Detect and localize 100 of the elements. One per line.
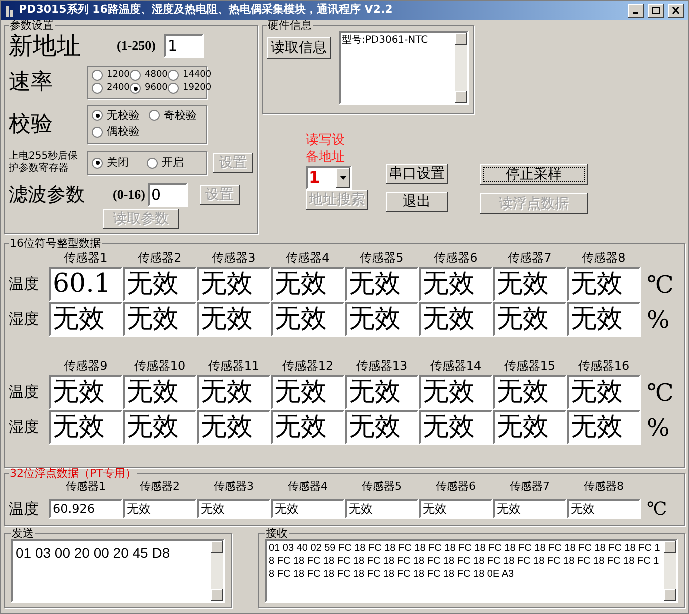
radio-button[interactable] [92,110,103,122]
info-text: 型号:PD3061-NTC [341,34,430,48]
send-text: 01 03 00 20 00 20 45 D8 [15,544,172,563]
column-header: 传感器5 [361,479,403,495]
value-cell: 无效 [271,302,345,337]
value-cell: 无效 [123,499,197,519]
value-cell: 无效 [271,499,345,519]
value-cell: 无效 [419,375,493,410]
value-cell: 无效 [567,267,641,302]
column-header: 传感器8 [583,479,625,495]
filter-field[interactable]: 0 [148,183,188,207]
value-cell: 无效 [49,375,123,410]
column-header: 传感器16 [577,358,631,375]
column-header: 传感器3 [211,250,257,267]
value-cell: 无效 [345,375,419,410]
value-cell: 无效 [271,410,345,445]
radio-label: 偶校验 [107,124,140,140]
value-cell: 无效 [493,267,567,302]
group-title: 硬件信息 [267,20,313,31]
baud-label: 速率 [9,68,54,96]
radio-label: 奇校验 [164,108,197,124]
radio-button[interactable] [92,83,103,94]
button[interactable]: 串口设置 [386,164,448,184]
radio-button[interactable] [92,158,103,168]
radio-button[interactable] [92,126,103,138]
address-label: 新地址 [9,31,82,62]
value-cell: 无效 [567,499,641,519]
column-header: 传感器4 [285,250,331,267]
value-cell: 无效 [197,410,271,445]
button[interactable]: 停止采样 [480,164,588,185]
radio-label: 19200 [183,82,212,95]
close-icon [672,7,680,14]
receive-text: 01 03 40 02 59 FC 18 FC 18 FC 18 FC 18 FC 18 FC 18 FC 18 FC 18 FC 18 FC 18 FC 18 FC 18 FC 18 FC 18 FC 18 FC 18 FC 18 FC 18 FC 18 FC 18 FC 18 FC 18 FC 18 FC 18 FC 18 FC 18 FC 18 FC 18 FC 18 FC 18 FC 18 0E A3 [268,542,662,582]
column-header: 传感器12 [281,358,335,375]
dropdown-value: 1 [308,168,322,188]
column-header: 传感器3 [213,479,255,495]
radio-button[interactable] [130,83,141,94]
button[interactable]: 读取信息 [267,37,331,59]
column-header: 传感器7 [509,479,551,495]
column-header: 传感器14 [429,358,483,375]
parity-label: 校验 [9,110,54,138]
value-cell: 无效 [123,375,197,410]
maximize-icon [652,7,660,14]
protect-label: 上电255秒后保护参数寄存器 [9,151,80,175]
range-label: (0-16) [113,186,146,204]
group-title: 16位符号整型数据 [9,238,102,249]
radio-label: 14400 [183,68,212,82]
column-header: 传感器5 [359,250,405,267]
button[interactable]: 退出 [386,192,448,212]
column-header: 传感器4 [287,479,329,495]
minimize-button[interactable] [628,4,644,18]
unit-label: ℃ [647,498,668,522]
column-header: 传感器2 [137,250,183,267]
caret-icon [336,168,350,188]
radio-label: 2400 [107,82,130,95]
value-cell: 无效 [123,267,197,302]
radio-button[interactable] [92,70,103,81]
value-cell: 无效 [49,410,123,445]
radio-button[interactable] [168,83,179,94]
column-header: 传感器7 [507,250,553,267]
receive-box[interactable] [265,539,678,603]
filter-label: 滤波参数 [9,182,86,208]
radio-button[interactable] [168,70,179,81]
value-cell: 无效 [197,302,271,337]
radio-label: 4800 [145,68,168,82]
unit-label: ℃ [647,270,674,300]
group-title: 发送 [11,528,35,539]
unit-label: % [647,412,670,444]
send-box[interactable]: 01 03 00 20 00 20 45 D8 [11,539,225,603]
row-label: 湿度 [9,309,40,330]
value-cell: 无效 [567,302,641,337]
value-cell: 无效 [197,375,271,410]
value-cell: 无效 [345,499,419,519]
value-cell: 无效 [567,410,641,445]
app-icon [5,4,15,18]
radio-label: 1200 [107,68,130,82]
value-cell: 无效 [419,410,493,445]
value-cell: 无效 [493,375,567,410]
column-header: 传感器6 [433,250,479,267]
value-cell: 无效 [197,267,271,302]
value-cell: 60.1 [49,267,123,302]
value-cell: 无效 [123,302,197,337]
close-button[interactable] [668,4,684,18]
column-header: 传感器8 [581,250,627,267]
address-dropdown[interactable]: 1 [306,166,352,190]
window-title: PD3015系列 16路温度、湿度及热电阻、热电偶采集模块，通讯程序 V2.2 [19,2,394,18]
address-field[interactable]: 1 [164,34,204,58]
value-cell: 60.926 [49,499,123,519]
row-label: 温度 [9,498,40,520]
value-cell: 无效 [345,410,419,445]
radio-button[interactable] [149,110,160,122]
row-label: 湿度 [9,417,40,438]
value-cell: 无效 [197,499,271,519]
value-cell: 无效 [567,375,641,410]
radio-label: 9600 [145,82,168,95]
radio-button[interactable] [130,70,141,81]
maximize-button[interactable] [648,4,664,18]
column-header: 传感器13 [355,358,409,375]
radio-button[interactable] [147,158,158,168]
value-cell: 无效 [271,267,345,302]
